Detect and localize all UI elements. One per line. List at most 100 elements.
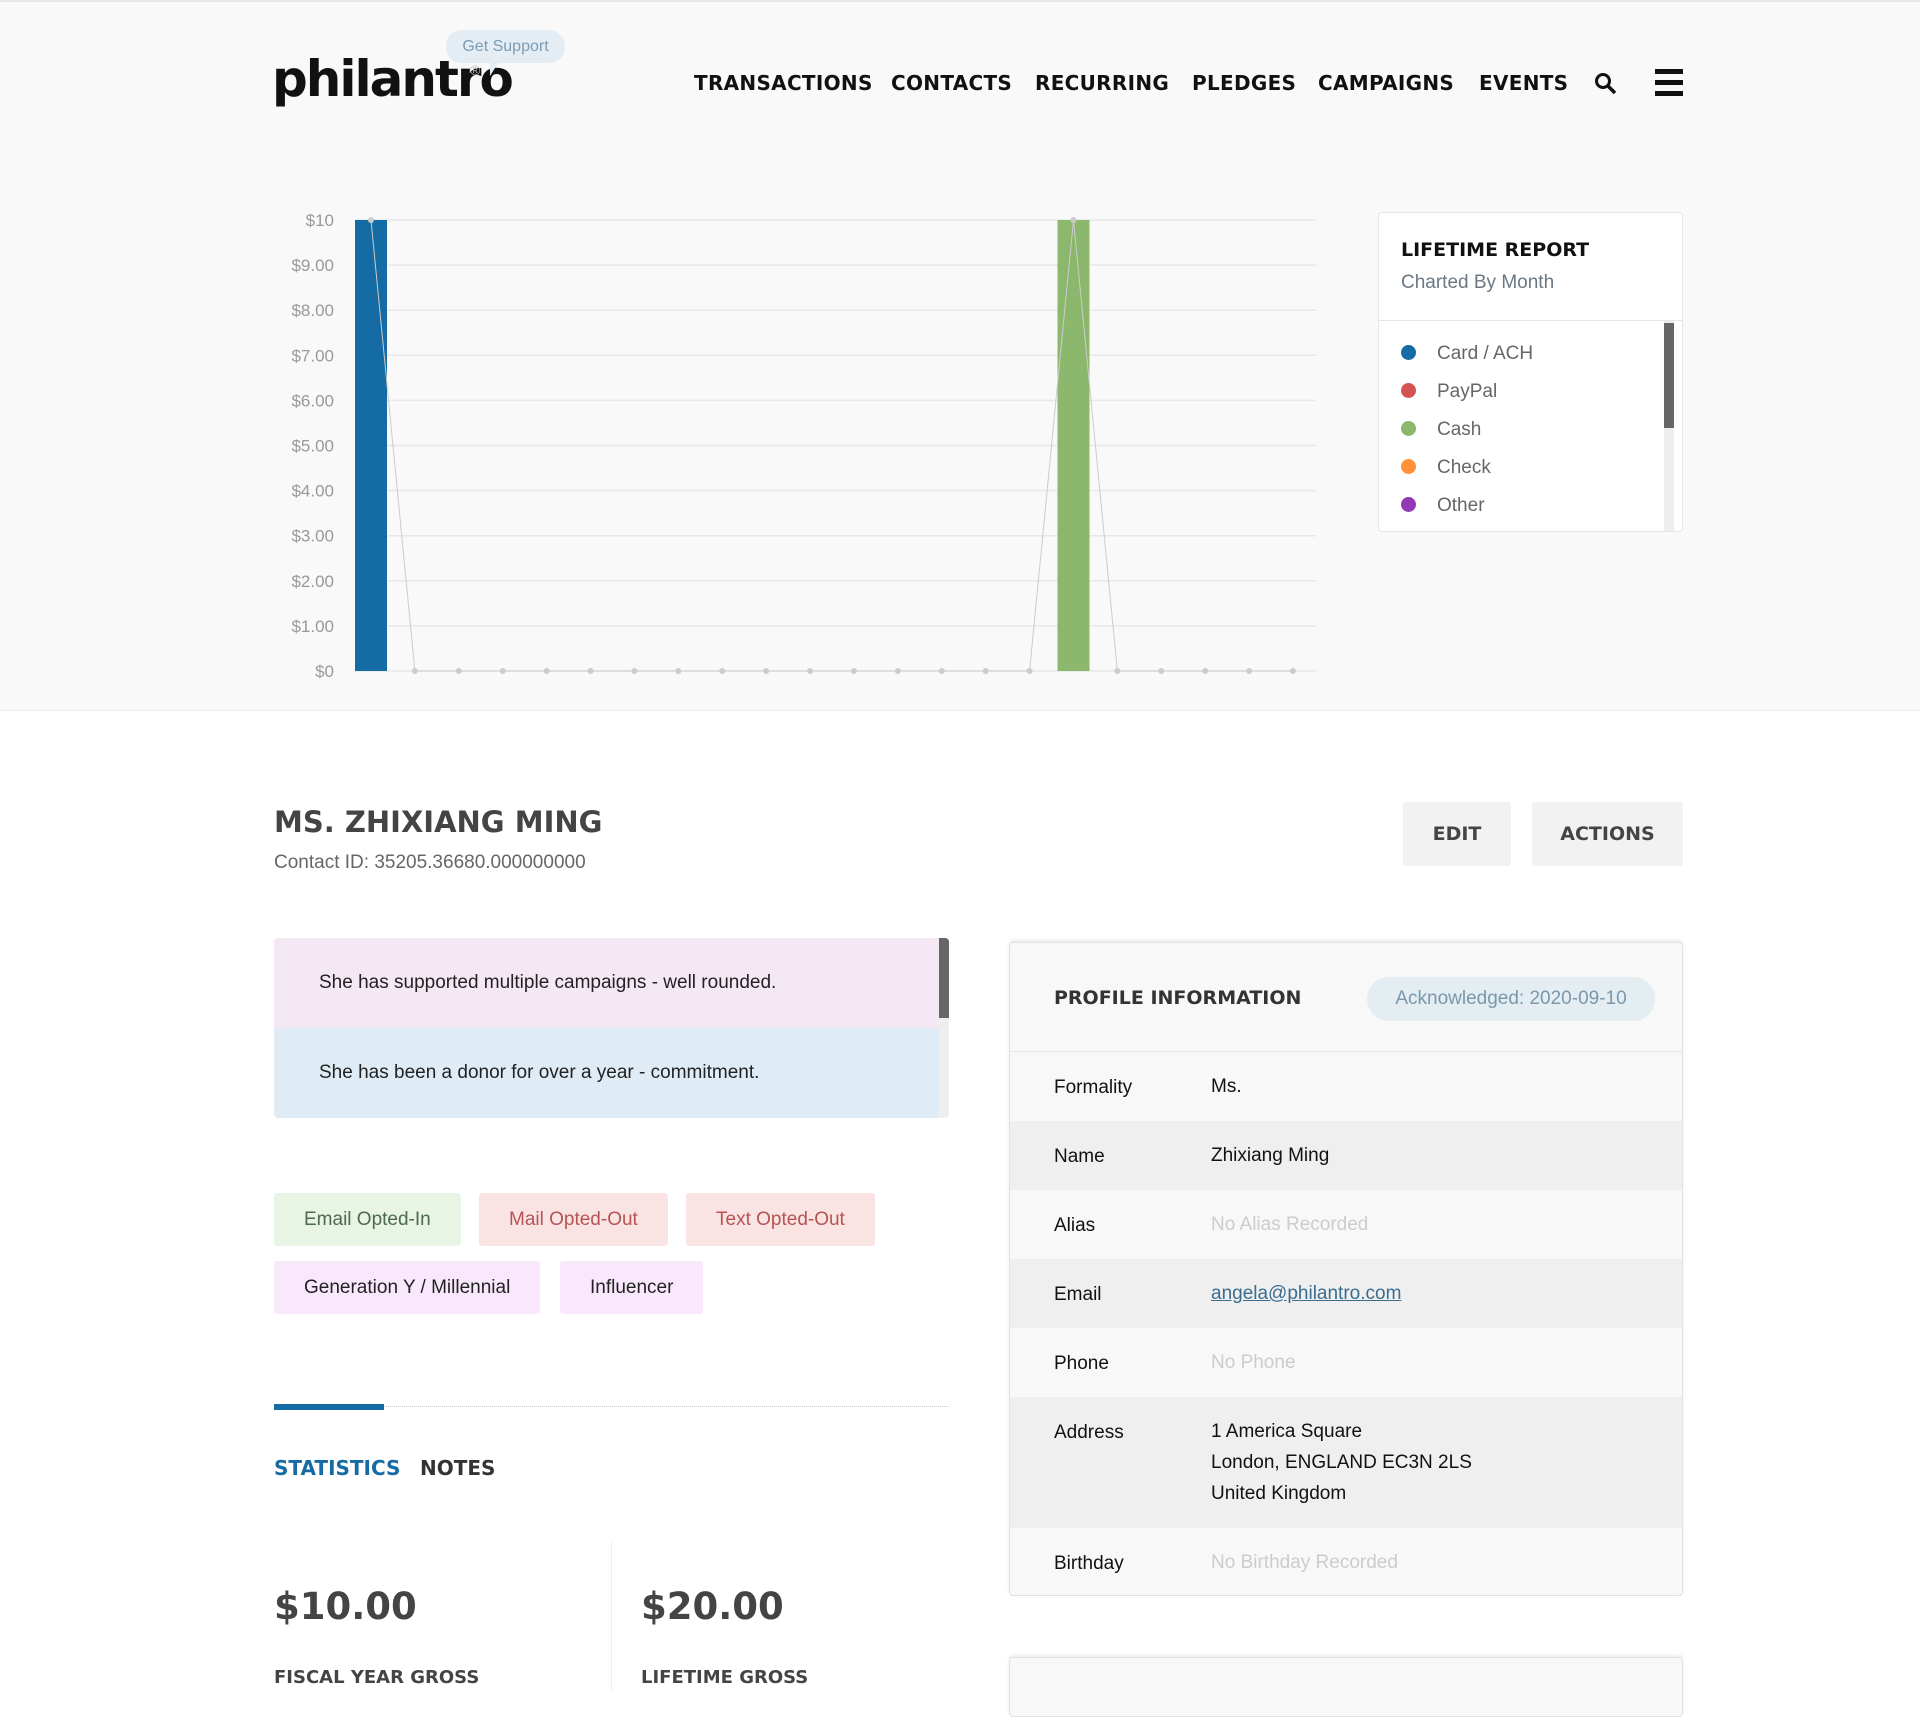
data-point [1290, 668, 1296, 674]
data-point [982, 668, 989, 674]
y-tick-label: $6.00 [291, 391, 334, 410]
legend-subtitle: Charted By Month [1401, 272, 1555, 293]
nav-events[interactable]: EVENTS [1479, 71, 1568, 95]
data-point [1070, 217, 1077, 223]
data-point [411, 668, 418, 674]
stats-divider [611, 1542, 612, 1691]
legend-item[interactable]: Cash [1401, 419, 1481, 441]
profile-row-address: Address 1 America Square London, ENGLAND E… [1010, 1397, 1682, 1528]
note-item: She has been a donor for over a year - c… [274, 1028, 949, 1118]
data-point [368, 217, 374, 223]
profile-row-birthday: Birthday No Birthday Recorded [1010, 1528, 1682, 1595]
legend-item[interactable]: Card / ACH [1401, 343, 1533, 365]
profile-row-formality: Formality Ms. [1010, 1052, 1682, 1121]
address-line: United Kingdom [1211, 1483, 1347, 1504]
lifetime-gross-amount: $20.00 [641, 1585, 784, 1628]
fiscal-year-gross-amount: $10.00 [274, 1585, 417, 1628]
address-line: London, ENGLAND EC3N 2LS [1211, 1452, 1472, 1473]
y-tick-label: $8.00 [291, 301, 334, 320]
data-point [675, 668, 682, 674]
row-label: Birthday [1054, 1553, 1124, 1574]
lifetime-report-legend: LIFETIME REPORT Charted By Month Card / … [1378, 212, 1683, 532]
y-tick-label: $5.00 [291, 437, 334, 456]
legend-scrollbar-thumb[interactable] [1664, 323, 1674, 428]
row-label: Formality [1054, 1077, 1133, 1098]
data-point [543, 668, 550, 674]
address-line: 1 America Square [1211, 1421, 1363, 1442]
y-tick-label: $3.00 [291, 527, 334, 546]
tag-influencer: Influencer [560, 1261, 704, 1314]
data-point [894, 668, 901, 674]
legend-label: Check [1437, 457, 1491, 478]
legend-dot-icon [1401, 345, 1416, 360]
legend-title: LIFETIME REPORT [1401, 239, 1590, 261]
row-label: Email [1054, 1284, 1102, 1305]
data-point [850, 668, 857, 674]
secondary-card [1009, 1657, 1683, 1717]
divider [1379, 320, 1682, 321]
legend-item[interactable]: PayPal [1401, 381, 1497, 403]
contact-id: Contact ID: 35205.36680.000000000 [274, 852, 586, 873]
email-link[interactable]: angela@philantro.com [1211, 1283, 1401, 1304]
search-icon[interactable] [1594, 72, 1618, 96]
data-point [938, 668, 945, 674]
note-item: She has supported multiple campaigns - w… [274, 938, 949, 1028]
row-label: Alias [1054, 1215, 1096, 1236]
data-point [1026, 668, 1033, 674]
profile-row-alias: Alias No Alias Recorded [1010, 1190, 1682, 1259]
profile-row-name: Name Zhixiang Ming [1010, 1121, 1682, 1190]
profile-row-email: Email angela@philantro.com [1010, 1259, 1682, 1328]
row-value: Ms. [1211, 1076, 1242, 1097]
actions-button[interactable]: ACTIONS [1532, 802, 1683, 866]
row-label: Name [1054, 1146, 1105, 1167]
notes-list: She has supported multiple campaigns - w… [274, 938, 949, 1118]
hamburger-menu-icon[interactable] [1655, 69, 1683, 102]
y-tick-label: $4.00 [291, 482, 334, 501]
row-value: Zhixiang Ming [1211, 1145, 1330, 1166]
legend-item[interactable]: Check [1401, 457, 1491, 479]
data-point [587, 668, 594, 674]
y-tick-label: $1.00 [291, 617, 334, 636]
tab-notes[interactable]: NOTES [420, 1456, 495, 1480]
row-label: Address [1054, 1422, 1124, 1443]
tag-text-opted-out: Text Opted-Out [686, 1193, 875, 1246]
data-point [807, 668, 814, 674]
data-point [1202, 668, 1209, 674]
lifetime-gross-label: LIFETIME GROSS [641, 1667, 809, 1688]
data-point [455, 668, 462, 674]
edit-button[interactable]: EDIT [1403, 802, 1511, 866]
legend-item[interactable]: Other [1401, 495, 1485, 517]
y-tick-label: $9.00 [291, 256, 334, 275]
legend-dot-icon [1401, 497, 1416, 512]
tag-mail-opted-out: Mail Opted-Out [479, 1193, 668, 1246]
y-tick-label: $7.00 [291, 346, 334, 365]
tag-email-opted-in: Email Opted-In [274, 1193, 461, 1246]
row-label: Phone [1054, 1353, 1109, 1374]
active-tab-indicator [274, 1404, 384, 1410]
tag-generation-y: Generation Y / Millennial [274, 1261, 541, 1314]
fiscal-year-gross-label: FISCAL YEAR GROSS [274, 1667, 480, 1688]
legend-label: Cash [1437, 419, 1482, 440]
legend-label: PayPal [1437, 381, 1498, 402]
data-point [1114, 668, 1121, 674]
y-tick-label: $0 [315, 662, 334, 681]
notes-scrollbar-thumb[interactable] [939, 938, 949, 1018]
row-value: No Alias Recorded [1211, 1214, 1369, 1235]
y-tick-label: $2.00 [291, 572, 334, 591]
tab-statistics[interactable]: STATISTICS [274, 1456, 400, 1480]
data-point [1158, 668, 1165, 674]
bar-card-ach [355, 220, 387, 671]
legend-label: Card / ACH [1437, 343, 1534, 364]
legend-dot-icon [1401, 459, 1416, 474]
data-point [499, 668, 506, 674]
contact-name: MS. ZHIXIANG MING [274, 805, 603, 839]
data-point [631, 668, 638, 674]
data-point [763, 668, 770, 674]
profile-title: PROFILE INFORMATION [1054, 987, 1302, 1009]
row-value: No Phone [1211, 1352, 1296, 1373]
legend-dot-icon [1401, 383, 1416, 398]
row-value: No Birthday Recorded [1211, 1552, 1398, 1573]
profile-row-phone: Phone No Phone [1010, 1328, 1682, 1397]
data-point [1246, 668, 1253, 674]
data-point [719, 668, 726, 674]
